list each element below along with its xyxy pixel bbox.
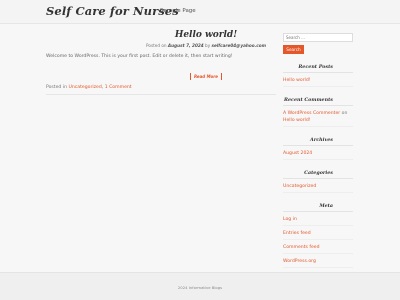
meta-link-login[interactable]: Log in (283, 217, 353, 222)
post-meta-prefix: Posted on (146, 43, 167, 48)
widget-divider (283, 72, 353, 73)
post-date[interactable]: August 7, 2024 (168, 43, 204, 48)
category-link[interactable]: Uncategorized (68, 85, 101, 90)
category-sidebar-link[interactable]: Uncategorized (283, 184, 353, 189)
meta-link-comments-feed[interactable]: Comments feed (283, 245, 353, 250)
widget-recent-posts: Recent Posts Hello world! (283, 64, 353, 87)
widget-title-recent-posts: Recent Posts (298, 64, 333, 70)
post-meta-by: by (205, 43, 211, 48)
nav-item-sample-page[interactable]: Sample Page (160, 8, 196, 14)
site-header: Self Care for Nurses Sample Page (0, 0, 400, 24)
widget-archives: Archives August 2024 (283, 137, 353, 160)
widget-title-recent-comments: Recent Comments (283, 97, 333, 103)
posted-in-label: Posted in (46, 85, 68, 90)
item-divider (283, 192, 353, 193)
item-divider (283, 239, 353, 240)
meta-link-wordpress-org[interactable]: WordPress.org (283, 259, 353, 264)
post-body: Welcome to WordPress. This is your first… (46, 54, 233, 59)
search-button[interactable]: Search (283, 45, 304, 54)
item-divider (283, 225, 353, 226)
widget-categories: Categories Uncategorized (283, 170, 353, 193)
item-divider (283, 86, 353, 87)
recent-post-link[interactable]: Hello world! (283, 78, 353, 83)
widget-divider (283, 105, 353, 106)
widget-title-archives: Archives (309, 137, 333, 143)
recent-comment-on: on (341, 111, 348, 116)
read-more-button[interactable]: Read More (190, 73, 222, 80)
widget-title-meta: Meta (319, 203, 333, 209)
recent-comment-author[interactable]: A WordPress Commenter (283, 111, 340, 116)
widget-meta: Meta Log in Entries feed Comments feed W… (283, 203, 353, 268)
widget-title-categories: Categories (304, 170, 333, 176)
search-input[interactable] (283, 33, 353, 42)
widget-recent-comments: Recent Comments A WordPress Commenter on… (283, 97, 353, 127)
post-author[interactable]: selfcare04@yahoo.com (212, 43, 266, 48)
widget-divider (283, 211, 353, 212)
read-more-wrap: Read More (136, 63, 276, 82)
comments-link[interactable]: 1 Comment (105, 85, 132, 90)
meta-link-entries-feed[interactable]: Entries feed (283, 231, 353, 236)
post-meta: Posted on August 7, 2024 by selfcare04@y… (136, 43, 276, 48)
main-content: Hello world! Posted on August 7, 2024 by… (46, 30, 276, 95)
item-divider (283, 159, 353, 160)
site-title[interactable]: Self Care for Nurses (46, 4, 179, 18)
post-divider (46, 94, 276, 95)
sidebar: Search Recent Posts Hello world! Recent … (283, 33, 353, 268)
widget-divider (283, 178, 353, 179)
recent-comment: A WordPress Commenter on (283, 111, 353, 116)
archive-link[interactable]: August 2024 (283, 151, 353, 156)
item-divider (283, 126, 353, 127)
item-divider (283, 267, 353, 268)
site-footer: 2024 Informative Blogs (0, 272, 400, 300)
post-footer: Posted in Uncategorized, 1 Comment (46, 85, 132, 90)
widget-divider (283, 145, 353, 146)
item-divider (283, 253, 353, 254)
footer-text: 2024 Informative Blogs (177, 285, 223, 290)
recent-comment-post-link[interactable]: Hello world! (283, 118, 353, 123)
post-title[interactable]: Hello world! (136, 30, 276, 40)
